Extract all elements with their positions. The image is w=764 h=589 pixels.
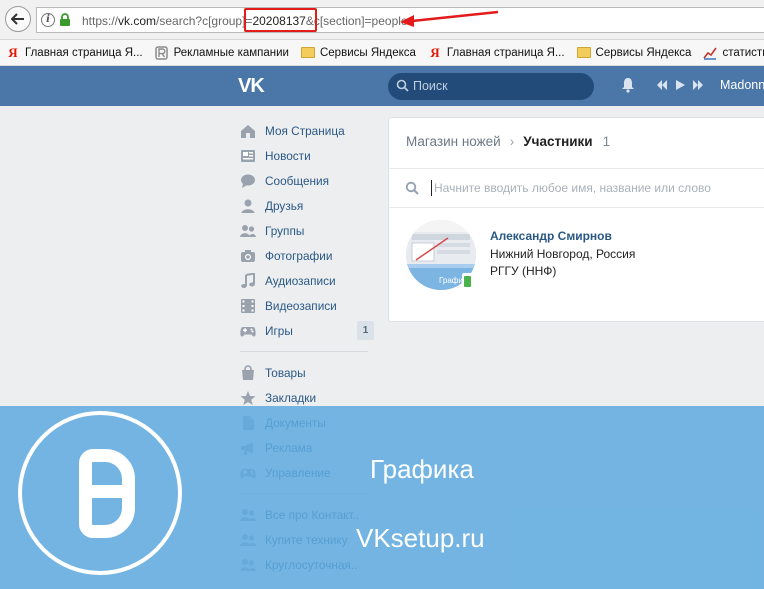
bookmark-item[interactable]: статистика сайт: [703, 46, 764, 60]
sidebar-item[interactable]: Видеозаписи: [240, 293, 380, 318]
sidebar-item-label: Новости: [265, 148, 311, 163]
member-city: Нижний Новгород, Россия: [490, 247, 636, 261]
member-name-link[interactable]: Александр Смирнов: [490, 229, 612, 243]
music-icon: [240, 272, 256, 289]
bookmark-label: Главная страница Я...: [446, 46, 565, 59]
camera-icon: [240, 248, 256, 264]
members-card: Магазин ножей › Участники 1 Начните вводить…: [388, 117, 764, 322]
next-icon[interactable]: [692, 79, 704, 91]
yandex-icon: Я: [8, 44, 18, 60]
breadcrumb-group-link[interactable]: Магазин ножей: [406, 134, 501, 149]
counter-badge: 1: [357, 321, 374, 340]
header-search-input[interactable]: Поиск: [388, 73, 594, 100]
mobile-icon: [462, 273, 473, 289]
bookmark-item[interactable]: Сервисы Яндекса: [300, 46, 416, 60]
text-cursor: [431, 180, 432, 196]
bookmark-label: Сервисы Яндекса: [595, 46, 692, 59]
video-icon: [240, 298, 256, 314]
previous-icon[interactable]: [656, 79, 668, 91]
sidebar-item-label: Игры: [265, 323, 293, 338]
play-icon[interactable]: [674, 79, 686, 91]
bookmark-item[interactable]: Я Главная страница Я...: [6, 44, 143, 60]
news-icon: [240, 148, 256, 164]
sidebar-item-label: Видеозаписи: [265, 298, 337, 313]
breadcrumb: Магазин ножей › Участники 1: [406, 134, 610, 149]
info-icon[interactable]: i: [41, 13, 55, 27]
bookmark-label: Сервисы Яндекса: [319, 46, 416, 59]
vk-header: VK Поиск Madonna: [0, 66, 764, 106]
sidebar-item-label: Группы: [265, 223, 305, 238]
browser-address-bar: i https://vk.com/search?c[group]=2020813…: [0, 0, 764, 40]
sidebar-item-label: Аудиозаписи: [265, 273, 336, 288]
star-icon: [240, 390, 256, 406]
audio-player: [656, 79, 704, 91]
folder-icon: [300, 46, 315, 60]
bookmarks-bar: Я Главная страница Я... Рекламные кампании…: [0, 40, 764, 66]
red-arrow-icon: [400, 10, 499, 27]
lock-icon: [60, 13, 70, 26]
bell-icon[interactable]: [621, 77, 635, 93]
member-avatar-wrap[interactable]: Графика: [406, 220, 476, 290]
member-search-input[interactable]: Начните вводить любое имя, название или …: [389, 168, 764, 208]
highlight-box: [244, 8, 317, 32]
sidebar-item[interactable]: Моя Страница: [240, 118, 380, 143]
messages-icon: [240, 173, 256, 189]
vk-logo[interactable]: VK: [238, 75, 265, 97]
sidebar-item-label: Друзья: [265, 198, 304, 213]
bookmark-item[interactable]: Я Главная страница Я...: [428, 44, 565, 60]
arrow-left-icon: [11, 13, 24, 25]
sidebar-item[interactable]: Фотографии: [240, 243, 380, 268]
chart-icon: [703, 46, 718, 60]
watermark-site: VKsetup.ru: [356, 523, 485, 553]
sidebar-item-label: Фотографии: [265, 248, 333, 263]
bookmark-label: Главная страница Я...: [25, 46, 143, 59]
sidebar-item[interactable]: Сообщения: [240, 168, 380, 193]
home-icon: [240, 123, 256, 139]
friend-icon: [240, 198, 256, 214]
bookmark-label: статистика сайт: [722, 46, 764, 59]
ads-icon: [155, 45, 169, 60]
sidebar-item-label: Моя Страница: [265, 123, 345, 138]
logo-letter-b-bar: [79, 485, 127, 498]
back-button[interactable]: [5, 6, 31, 32]
member-count: 1: [602, 134, 611, 149]
sidebar-item[interactable]: Аудиозаписи: [240, 268, 380, 293]
sidebar-divider: [240, 351, 368, 352]
sidebar-item[interactable]: Группы: [240, 218, 380, 243]
sidebar-item[interactable]: Новости: [240, 143, 380, 168]
bookmark-item[interactable]: Сервисы Яндекса: [576, 46, 692, 60]
sidebar-item[interactable]: Друзья: [240, 193, 380, 218]
yandex-icon: Я: [430, 44, 440, 60]
bookmark-label: Рекламные кампании: [173, 46, 289, 59]
sidebar-item[interactable]: Товары: [240, 360, 380, 385]
user-name[interactable]: Madonna: [720, 78, 764, 92]
chevron-right-icon: ›: [509, 134, 515, 149]
gamepad-icon: [240, 323, 256, 339]
groups-icon: [240, 223, 256, 239]
sidebar-item[interactable]: Игры 1: [240, 318, 380, 343]
member-university: РГГУ (ННФ): [490, 264, 557, 278]
page-title: Участники: [523, 134, 593, 149]
watermark-title: Графика: [370, 454, 474, 484]
bookmark-item[interactable]: Рекламные кампании: [155, 45, 289, 60]
folder-icon: [576, 46, 591, 60]
bag-icon: [240, 364, 256, 381]
sidebar-item-label: Закладки: [265, 390, 317, 405]
sidebar-item-label: Товары: [265, 365, 306, 380]
search-icon: [405, 181, 419, 195]
sidebar-item-label: Сообщения: [265, 173, 330, 188]
search-icon: [396, 79, 409, 92]
